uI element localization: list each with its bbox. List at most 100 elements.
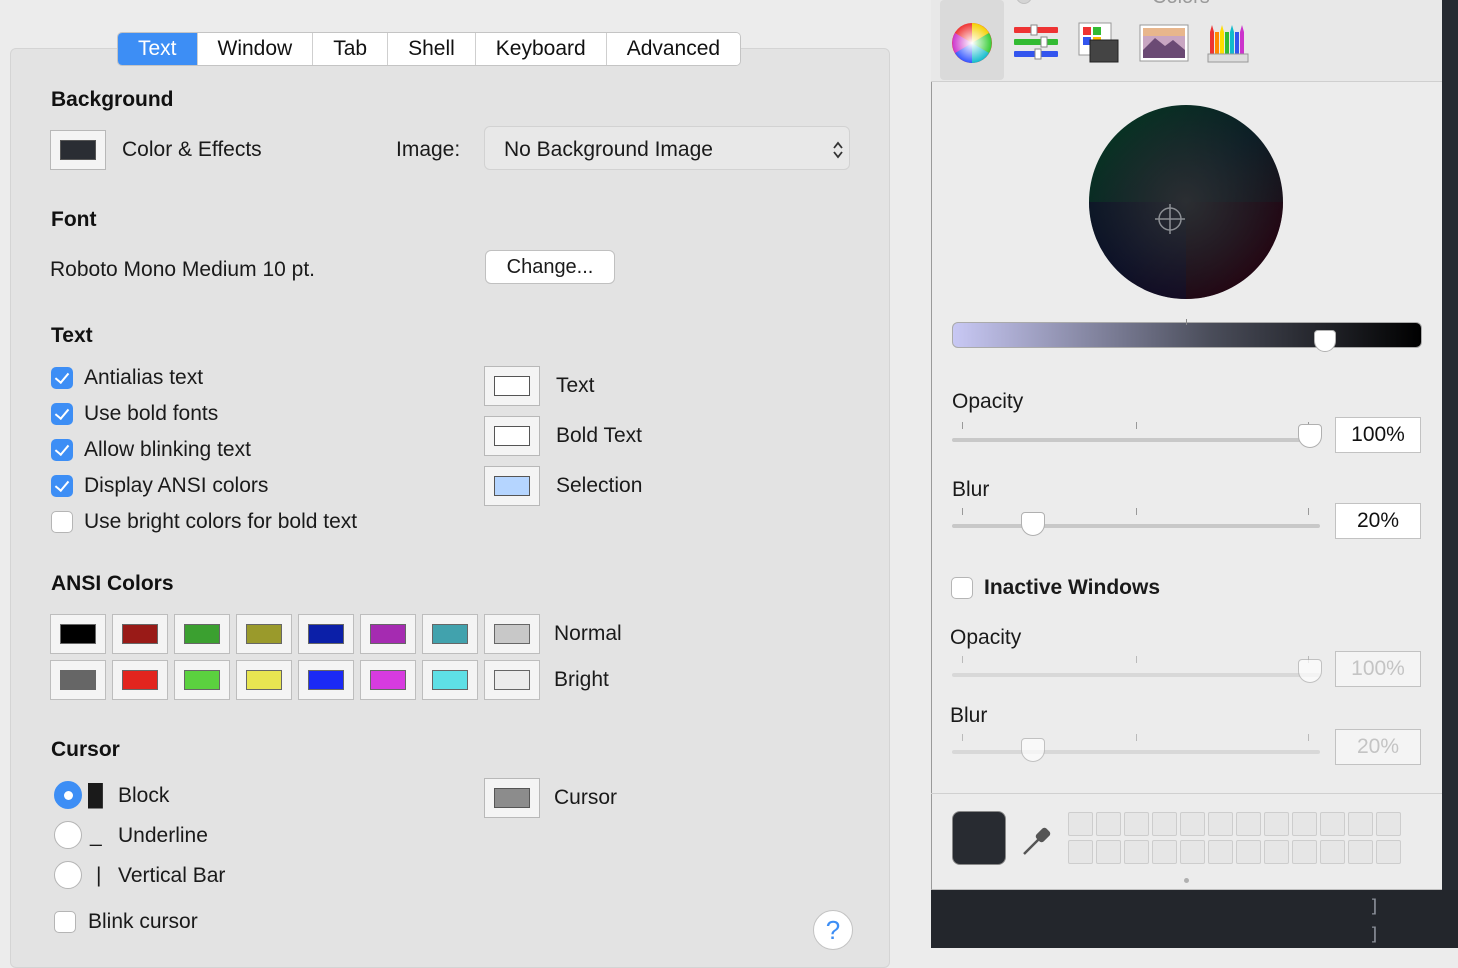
bold-text-color-well[interactable]: [484, 416, 540, 456]
terminal-glyph: ]: [1369, 896, 1380, 917]
ansi-normal-row: [50, 614, 540, 654]
cursor-underline-radio[interactable]: [54, 821, 82, 849]
tab-advanced[interactable]: Advanced: [606, 33, 741, 65]
tick: [962, 734, 963, 741]
tab-window[interactable]: Window: [197, 33, 314, 65]
blinking-text-checkbox[interactable]: [51, 439, 73, 461]
bold-fonts-checkbox[interactable]: [51, 403, 73, 425]
empty-swatch-cell[interactable]: [1068, 812, 1093, 836]
color-sliders-icon[interactable]: [1013, 24, 1059, 62]
empty-swatch-cell[interactable]: [1292, 812, 1317, 836]
cursor-color-label: Cursor: [554, 786, 618, 809]
ansi-colors-checkbox[interactable]: [51, 475, 73, 497]
ansi-normal-color-fill: [60, 624, 96, 644]
blink-cursor-checkbox[interactable]: [54, 911, 76, 933]
inactive-blur-label: Blur: [950, 704, 988, 727]
selection-color-well[interactable]: [484, 466, 540, 506]
opacity-slider-knob[interactable]: [1298, 424, 1322, 448]
ansi-normal-color-well[interactable]: [174, 614, 230, 654]
eyedropper-icon[interactable]: [1020, 824, 1054, 858]
cursor-color-well[interactable]: [484, 778, 540, 818]
empty-swatch-cell[interactable]: [1320, 840, 1345, 864]
blur-slider-track[interactable]: [952, 524, 1320, 528]
empty-swatch-cell[interactable]: [1096, 812, 1121, 836]
empty-swatch-cell[interactable]: [1376, 812, 1401, 836]
resize-handle[interactable]: [1184, 878, 1189, 883]
empty-swatch-cell[interactable]: [1348, 812, 1373, 836]
ansi-bright-color-well[interactable]: [360, 660, 416, 700]
inactive-blur-slider-track: [952, 750, 1320, 754]
inactive-windows-checkbox[interactable]: [951, 577, 973, 599]
antialias-checkbox[interactable]: [51, 367, 73, 389]
color-palettes-icon[interactable]: [1078, 22, 1120, 64]
empty-swatch-cell[interactable]: [1180, 840, 1205, 864]
help-button[interactable]: ?: [813, 910, 853, 950]
current-color-well[interactable]: [952, 811, 1006, 865]
ansi-normal-color-well[interactable]: [50, 614, 106, 654]
brightness-slider[interactable]: [952, 322, 1422, 348]
bold-fonts-label: Use bold fonts: [84, 402, 219, 425]
empty-swatch-cell[interactable]: [1208, 812, 1233, 836]
ansi-normal-color-well[interactable]: [484, 614, 540, 654]
empty-swatch-cell[interactable]: [1348, 840, 1373, 864]
background-color-well[interactable]: [50, 130, 106, 170]
ansi-normal-color-well[interactable]: [422, 614, 478, 654]
color-wheel-icon[interactable]: [951, 22, 993, 64]
color-wheel[interactable]: [1087, 103, 1285, 301]
opacity-value-field[interactable]: 100%: [1335, 417, 1421, 453]
ansi-bright-color-well[interactable]: [236, 660, 292, 700]
ansi-bright-color-fill: [246, 670, 282, 690]
pencils-icon[interactable]: [1207, 22, 1249, 64]
image-palettes-icon[interactable]: [1139, 24, 1189, 62]
empty-swatch-cell[interactable]: [1236, 840, 1261, 864]
tab-text[interactable]: Text: [118, 33, 198, 65]
ansi-bright-color-well[interactable]: [484, 660, 540, 700]
empty-swatch-cell[interactable]: [1376, 840, 1401, 864]
empty-swatch-cell[interactable]: [1068, 840, 1093, 864]
empty-swatch-cell[interactable]: [1264, 840, 1289, 864]
font-value: Roboto Mono Medium 10 pt.: [50, 258, 315, 281]
cursor-vertical-bar-label: Vertical Bar: [118, 864, 226, 887]
ansi-bright-color-well[interactable]: [112, 660, 168, 700]
tab-keyboard[interactable]: Keyboard: [475, 33, 607, 65]
empty-swatch-cell[interactable]: [1152, 812, 1177, 836]
tab-bar: Text Window Tab Shell Keyboard Advanced: [117, 32, 742, 66]
empty-swatch-cell[interactable]: [1292, 840, 1317, 864]
ansi-bright-color-well[interactable]: [298, 660, 354, 700]
ansi-normal-color-well[interactable]: [360, 614, 416, 654]
ansi-bright-color-well[interactable]: [422, 660, 478, 700]
cursor-block-radio[interactable]: [54, 781, 82, 809]
change-font-button[interactable]: Change...: [485, 250, 615, 284]
empty-swatch-cell[interactable]: [1236, 812, 1261, 836]
blur-slider-knob[interactable]: [1021, 512, 1046, 536]
tab-tab[interactable]: Tab: [313, 33, 389, 65]
tab-shell[interactable]: Shell: [388, 33, 476, 65]
text-color-well[interactable]: [484, 366, 540, 406]
opacity-slider-track[interactable]: [952, 438, 1320, 442]
empty-swatch-cell[interactable]: [1180, 812, 1205, 836]
bold-text-color-fill: [494, 426, 530, 446]
underline-glyph: _: [90, 824, 102, 847]
terminal-window-background: ] ]: [931, 890, 1458, 948]
empty-swatch-cell[interactable]: [1152, 840, 1177, 864]
cursor-vertical-bar-radio[interactable]: [54, 861, 82, 889]
blur-value-field[interactable]: 20%: [1335, 503, 1421, 539]
ansi-bright-color-fill: [184, 670, 220, 690]
empty-swatch-cell[interactable]: [1124, 840, 1149, 864]
empty-swatch-cell[interactable]: [1264, 812, 1289, 836]
ansi-bright-color-well[interactable]: [50, 660, 106, 700]
brightness-slider-knob[interactable]: [1313, 330, 1336, 352]
ansi-normal-color-well[interactable]: [298, 614, 354, 654]
bright-bold-checkbox[interactable]: [51, 511, 73, 533]
ansi-normal-color-well[interactable]: [236, 614, 292, 654]
ansi-bright-color-fill: [494, 670, 530, 690]
empty-swatch-cell[interactable]: [1096, 840, 1121, 864]
background-image-popup[interactable]: No Background Image: [484, 126, 850, 170]
ansi-bright-color-fill: [308, 670, 344, 690]
ansi-colors-heading: ANSI Colors: [51, 572, 174, 595]
ansi-bright-color-well[interactable]: [174, 660, 230, 700]
empty-swatch-cell[interactable]: [1124, 812, 1149, 836]
empty-swatch-cell[interactable]: [1208, 840, 1233, 864]
empty-swatch-cell[interactable]: [1320, 812, 1345, 836]
ansi-normal-color-well[interactable]: [112, 614, 168, 654]
